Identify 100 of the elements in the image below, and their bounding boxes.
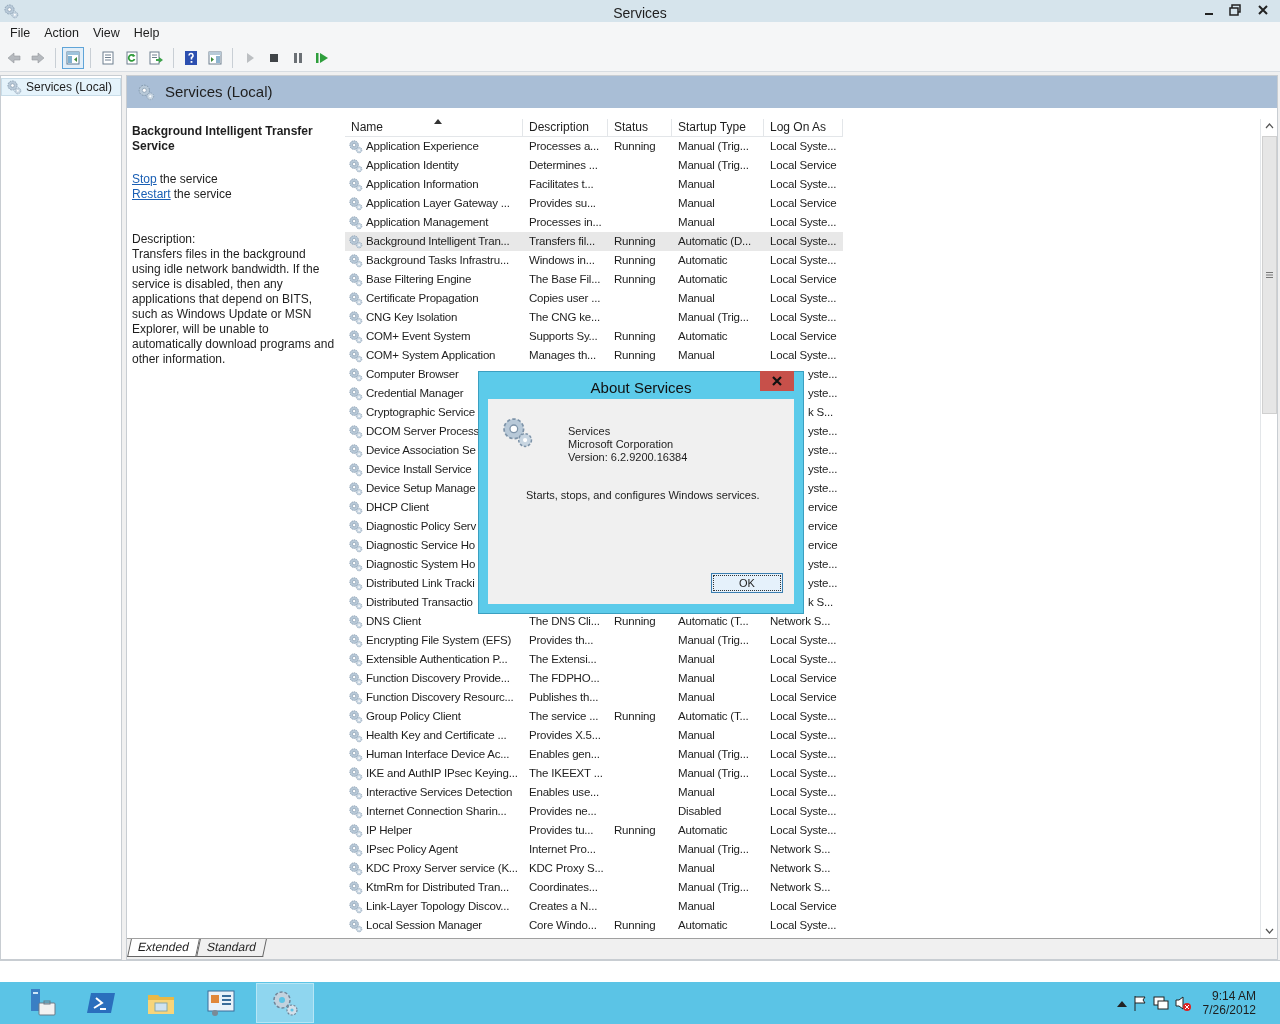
table-cell-text: Manages th... (529, 347, 597, 363)
table-row[interactable]: Application Information Facilitates t... Manual Local Syste... (345, 175, 843, 194)
table-row[interactable]: COM+ Event System Supports Sy... Running Automatic Local Service (345, 327, 843, 346)
table-cell-text: Supports Sy... (529, 328, 598, 344)
table-row[interactable]: Link-Layer Topology Discov... Creates a N... Manual Local Service (345, 897, 843, 916)
action-link[interactable]: Restart (132, 187, 171, 201)
network-icon[interactable] (1152, 995, 1169, 1011)
table-cell-text: Enables gen... (529, 746, 600, 762)
table-row[interactable]: Health Key and Certificate ... Provides X.5... Manual Local Syste... (345, 726, 843, 745)
menu-item[interactable]: File (4, 23, 37, 43)
table-cell-text: Running (614, 138, 656, 154)
table-row[interactable]: Local Session Manager Core Windo... Running Automatic Local Syste... (345, 916, 843, 935)
forward-arrow-icon (30, 49, 46, 66)
table-cell-text: IKE and AuthIP IPsec Keying... (366, 765, 518, 781)
gear-icon (348, 386, 363, 401)
vertical-scrollbar[interactable] (1260, 119, 1277, 938)
refresh-icon (124, 49, 140, 66)
chevron-up-icon[interactable] (1116, 999, 1127, 1007)
table-cell-text: Provides ne... (529, 803, 597, 819)
table-row[interactable]: Base Filtering Engine The Base Fil... Running Automatic Local Service (345, 270, 843, 289)
gear-icon (348, 747, 363, 762)
table-row[interactable]: Encrypting File System (EFS) Provides th... Manual (Trig... Local Syste... (345, 631, 843, 650)
column-header[interactable]: Name (345, 119, 523, 137)
gear-icon (348, 291, 363, 306)
gear-icon (348, 899, 363, 914)
table-row[interactable]: KDC Proxy Server service (K... KDC Proxy S... Manual Network S... (345, 859, 843, 878)
table-cell-text: Manual (Trig... (678, 138, 749, 154)
table-cell-text: Certificate Propagation (366, 290, 479, 306)
action-link[interactable]: Stop (132, 172, 157, 186)
table-cell-text: Credential Manager (366, 385, 464, 401)
gear-icon (348, 310, 363, 325)
table-row[interactable]: Interactive Services Detection Enables use... Manual Local Syste... (345, 783, 843, 802)
table-cell-text: Group Policy Client (366, 708, 461, 724)
table-cell-text: Automatic (T... (678, 708, 749, 724)
table-row[interactable]: Function Discovery Provide... The FDPHO... Manual Local Service (345, 669, 843, 688)
table-row[interactable]: CNG Key Isolation The CNG ke... Manual (Trig... Local Syste... (345, 308, 843, 327)
help-icon (183, 49, 199, 66)
table-row[interactable]: KtmRm for Distributed Tran... Coordinates... Manual (Trig... Network S... (345, 878, 843, 897)
properties-icon (100, 49, 116, 66)
table-cell-text: yste... (808, 575, 838, 591)
muted-speaker-icon[interactable] (1174, 995, 1191, 1011)
table-row[interactable]: Background Intelligent Tran... Transfers fil... Running Automatic (D... Local Syste... (345, 232, 843, 251)
menu-item[interactable]: Action (38, 23, 85, 43)
table-row[interactable]: IPsec Policy Agent Internet Pro... Manual (Trig... Network S... (345, 840, 843, 859)
table-row[interactable]: Certificate Propagation Copies user ... Manual Local Syste... (345, 289, 843, 308)
table-row[interactable]: Application Identity Determines ... Manual (Trig... Local Service (345, 156, 843, 175)
column-header[interactable]: Description (523, 119, 608, 137)
table-cell-text: Local Syste... (770, 233, 837, 249)
gear-icon (348, 538, 363, 553)
table-row[interactable]: Human Interface Device Ac... Enables gen... Manual (Trig... Local Syste... (345, 745, 843, 764)
table-row[interactable]: DNS Client The DNS Cli... Running Automatic (T... Network S... (345, 612, 843, 631)
table-row[interactable]: COM+ System Application Manages th... Running Manual Local Syste... (345, 346, 843, 365)
dialog-title: About Services (589, 378, 693, 398)
table-row[interactable]: IKE and AuthIP IPsec Keying... The IKEEXT ... Manual (Trig... Local Syste... (345, 764, 843, 783)
ok-button[interactable]: OK (711, 573, 783, 593)
table-cell-text: Manual (Trig... (678, 309, 749, 325)
sort-arrow-icon (433, 119, 442, 124)
gear-icon (348, 842, 363, 857)
table-row[interactable]: Background Tasks Infrastru... Windows in... Running Automatic Local Syste... (345, 251, 843, 270)
tree-item[interactable]: Services (Local) (1, 78, 121, 96)
table-cell-text: Manual (678, 727, 715, 743)
view-tab[interactable]: Standard (195, 939, 267, 957)
table-cell-text: Manual (678, 670, 715, 686)
table-cell-text: Manual (678, 195, 715, 211)
menu-item[interactable]: View (86, 23, 126, 43)
table-row[interactable]: Application Management Processes in... Manual Local Syste... (345, 213, 843, 232)
table-cell-text: Provides tu... (529, 822, 594, 838)
gear-icon (348, 728, 363, 743)
table-row[interactable]: Group Policy Client The service ... Running Automatic (T... Local Syste... (345, 707, 843, 726)
column-header[interactable]: Startup Type (672, 119, 764, 137)
table-row[interactable]: Internet Connection Sharin... Provides ne... Disabled Local Syste... (345, 802, 843, 821)
column-label: Description (529, 119, 590, 136)
table-cell-text: Creates a N... (529, 898, 598, 914)
table-row[interactable]: Function Discovery Resourc... Publishes th... Manual Local Service (345, 688, 843, 707)
table-row[interactable]: IP Helper Provides tu... Running Automatic Local Syste... (345, 821, 843, 840)
column-header[interactable]: Log On As (764, 119, 843, 137)
flag-icon[interactable] (1132, 995, 1147, 1011)
gear-icon (348, 234, 363, 249)
gear-icon (348, 823, 363, 838)
table-cell-text: Device Association Se (366, 442, 476, 458)
table-cell-text: Local Service (770, 328, 837, 344)
table-cell-text: Provides th... (529, 632, 594, 648)
gear-icon (348, 139, 363, 154)
close-icon (1258, 5, 1268, 15)
clock[interactable]: 9:14 AM 7/26/2012 (1194, 989, 1280, 1017)
table-cell-text: Local Syste... (770, 803, 837, 819)
export-icon (148, 49, 164, 66)
table-row[interactable]: Extensible Authentication P... The Extensi... Manual Local Syste... (345, 650, 843, 669)
gear-icon (348, 519, 363, 534)
column-header[interactable]: Status (608, 119, 672, 137)
table-row[interactable]: Application Experience Processes a... Running Manual (Trig... Local Syste... (345, 137, 843, 156)
table-cell-text: Manual (Trig... (678, 632, 749, 648)
menu-item[interactable]: Help (127, 23, 166, 43)
table-cell-text: Network S... (770, 841, 831, 857)
gear-icon (500, 415, 534, 449)
table-cell-text: Manual (678, 214, 715, 230)
table-cell-text: Manual (678, 176, 715, 192)
view-tab[interactable]: Extended (127, 939, 200, 957)
table-row[interactable]: Application Layer Gateway ... Provides su... Manual Local Service (345, 194, 843, 213)
minimize-icon (1205, 13, 1213, 15)
